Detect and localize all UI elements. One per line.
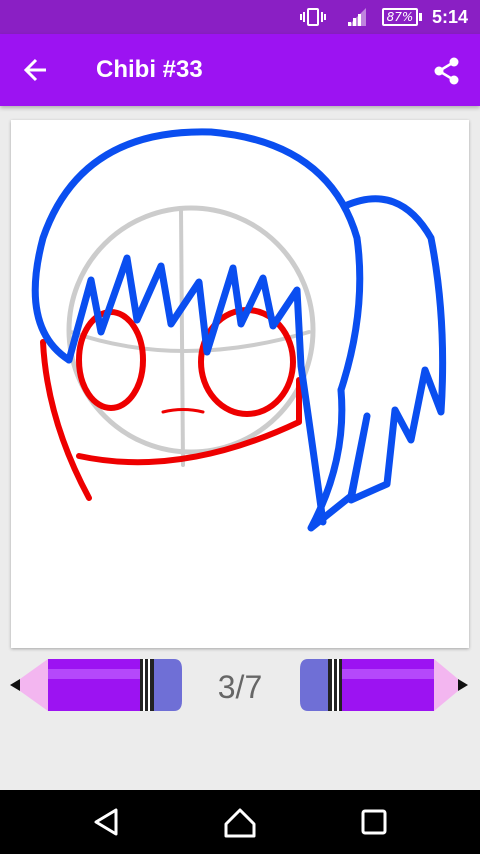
next-step-button[interactable] (296, 657, 472, 717)
left-eye (76, 309, 146, 411)
back-triangle-icon (94, 808, 118, 836)
step-counter: 3/7 (217, 669, 263, 705)
page-title: Chibi #33 (96, 56, 203, 83)
nav-back-button[interactable] (88, 804, 128, 840)
battery-percent: 87% (386, 10, 414, 24)
previous-step-button[interactable] (10, 657, 186, 717)
pencil-right-icon (300, 659, 468, 711)
nav-recents-button[interactable] (354, 804, 394, 840)
share-icon (434, 57, 459, 85)
nav-home-button[interactable] (220, 804, 260, 840)
guide-horizontal (69, 330, 311, 353)
pencil-left-icon (10, 659, 182, 711)
vibrate-icon (299, 7, 326, 27)
guide-vertical (179, 208, 185, 467)
ponytail (307, 195, 447, 532)
share-button[interactable] (432, 56, 462, 86)
status-icons: 87% 5:14 (299, 0, 480, 34)
signal-icon (346, 7, 368, 27)
drawing-canvas (11, 120, 469, 648)
app-bar: Chibi #33 (0, 34, 480, 106)
battery-tip (418, 13, 422, 21)
guide-circle (66, 205, 316, 455)
chibi-drawing (31, 128, 447, 532)
arrow-back-icon (23, 58, 46, 82)
home-icon (224, 808, 256, 838)
recents-icon (361, 809, 387, 835)
battery-icon: 87% (381, 8, 418, 26)
status-bar: 87% 5:14 (0, 0, 480, 34)
back-button[interactable] (20, 54, 52, 86)
step-controls: 3/7 (0, 652, 480, 722)
clock: 5:14 (431, 6, 468, 27)
navigation-bar (0, 790, 480, 854)
